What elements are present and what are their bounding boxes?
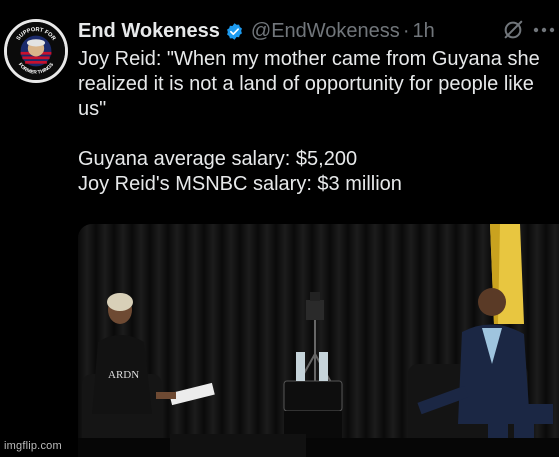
- more-options-icon[interactable]: [532, 21, 556, 39]
- tweet-quote: Joy Reid: "When my mother came from Guya…: [78, 48, 540, 120]
- grok-icon[interactable]: [502, 19, 524, 41]
- tweet-header: End Wokeness @EndWokeness · 1h: [78, 16, 435, 46]
- media-photo: ARDN: [78, 224, 559, 457]
- tweet[interactable]: SUPPORT FOR FORMER THINGS End Wokeness @…: [0, 0, 559, 457]
- imgflip-watermark: imgflip.com: [4, 440, 62, 452]
- avatar-image: SUPPORT FOR FORMER THINGS: [7, 22, 65, 80]
- tweet-text: Joy Reid: "When my mother came from Guya…: [78, 47, 548, 197]
- separator: ·: [402, 19, 410, 42]
- display-name[interactable]: End Wokeness: [78, 20, 220, 43]
- shirt-text: ARDN: [108, 369, 139, 381]
- tweet-line-reid: Joy Reid's MSNBC salary: $3 million: [78, 173, 402, 195]
- tweet-line-guyana: Guyana average salary: $5,200: [78, 148, 358, 170]
- tweet-media[interactable]: ARDN: [78, 224, 559, 457]
- timestamp[interactable]: 1h: [412, 20, 434, 43]
- handle[interactable]: @EndWokeness: [251, 20, 400, 43]
- avatar[interactable]: SUPPORT FOR FORMER THINGS: [4, 19, 68, 83]
- verified-badge-icon: [225, 22, 244, 41]
